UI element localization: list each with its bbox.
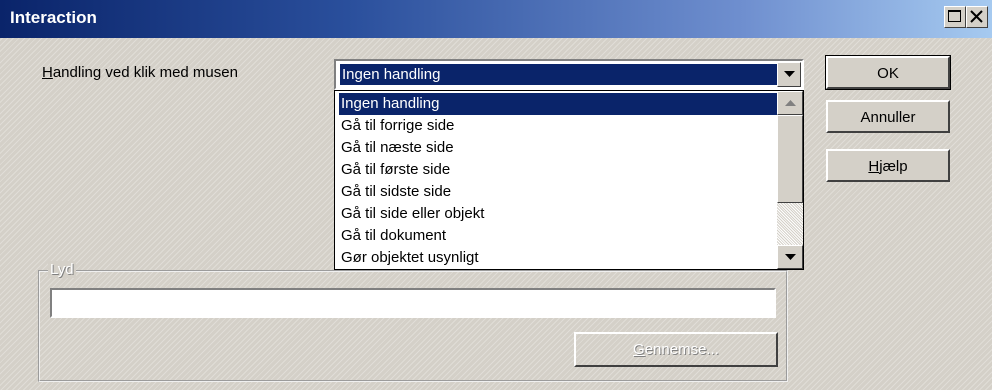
cancel-button[interactable]: Annuller <box>826 100 950 133</box>
close-icon <box>970 10 983 23</box>
list-item[interactable]: Gå til dokument <box>339 225 777 247</box>
scroll-down-button[interactable] <box>777 245 803 269</box>
chevron-down-icon <box>784 71 795 77</box>
interaction-dialog: Interaction Handling ved klik med musen … <box>0 0 992 390</box>
list-item[interactable]: Gå til første side <box>339 159 777 181</box>
list-item[interactable]: Gør objektet usynligt <box>339 247 777 269</box>
list-item[interactable]: Ingen handling <box>339 93 777 115</box>
close-button[interactable] <box>966 6 988 28</box>
ok-button[interactable]: OK <box>825 55 951 90</box>
window-title: Interaction <box>10 8 97 27</box>
arrow-down-icon <box>785 254 796 260</box>
list-item[interactable]: Gå til sidste side <box>339 181 777 203</box>
list-item[interactable]: Gå til side eller objekt <box>339 203 777 225</box>
browse-button: Gennemse... <box>574 332 778 367</box>
title-bar[interactable]: Interaction <box>0 0 992 38</box>
sound-field[interactable] <box>50 288 776 318</box>
help-button[interactable]: Hjælp <box>826 149 950 182</box>
dropdown-button[interactable] <box>777 62 801 87</box>
action-label: Handling ved klik med musen <box>42 64 238 81</box>
maximize-button[interactable] <box>944 6 966 28</box>
arrow-up-icon <box>785 100 796 106</box>
list-item[interactable]: Gå til forrige side <box>339 115 777 137</box>
action-options-list[interactable]: Ingen handling Gå til forrige side Gå ti… <box>334 90 804 270</box>
scroll-thumb[interactable] <box>777 115 803 203</box>
sound-group-label: Lyd <box>48 261 76 278</box>
action-dropdown[interactable]: Ingen handling <box>334 59 804 90</box>
list-scrollbar[interactable] <box>777 91 803 269</box>
maximize-icon <box>948 10 961 22</box>
list-item[interactable]: Gå til næste side <box>339 137 777 159</box>
action-dropdown-value: Ingen handling <box>339 63 779 86</box>
scroll-up-button[interactable] <box>777 91 803 115</box>
